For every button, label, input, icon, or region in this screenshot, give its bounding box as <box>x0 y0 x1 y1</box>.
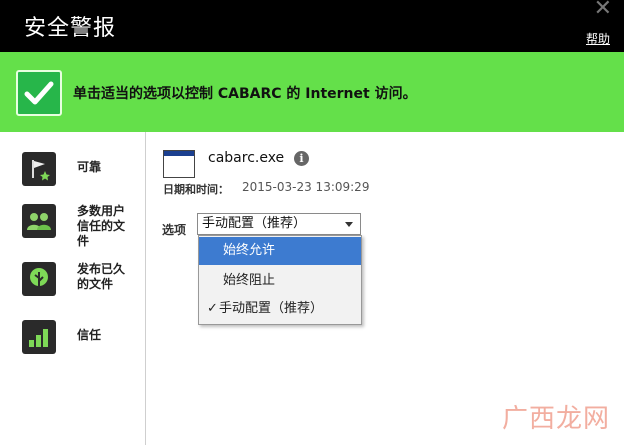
sidebar-item-label: 多数用户信任的文件 <box>77 204 126 248</box>
sidebar-item-label: 发布已久的文件 <box>77 262 126 291</box>
datetime-value: 2015-03-23 13:09:29 <box>242 180 370 194</box>
help-link[interactable]: 帮助 <box>586 30 610 47</box>
title-bar: 安全警报 ✕ 帮助 <box>0 0 624 52</box>
banner-message: 单击适当的选项以控制 CABARC 的 Internet 访问。 <box>73 86 417 102</box>
window-title: 安全警报 <box>24 16 117 41</box>
checkmark-icon <box>16 70 62 116</box>
select-value: 手动配置（推荐） <box>202 216 307 231</box>
file-name: cabarc.exe <box>208 150 285 166</box>
dropdown-item-label: 手动配置（推荐） <box>219 301 324 316</box>
users-icon <box>22 204 56 238</box>
info-icon[interactable]: i <box>294 151 309 166</box>
dropdown-item-label: 始终允许 <box>223 243 276 258</box>
application-icon <box>163 150 195 178</box>
flag-star-icon <box>22 152 56 186</box>
alert-banner: 单击适当的选项以控制 CABARC 的 Internet 访问。 <box>0 52 624 132</box>
dropdown-item-always-allow[interactable]: 始终允许 <box>199 237 361 265</box>
watermark: 广西龙网 <box>501 404 610 434</box>
dropdown-item-manual[interactable]: ✓ 手动配置（推荐） <box>199 295 361 323</box>
options-dropdown: 始终允许 始终阻止 ✓ 手动配置（推荐） <box>198 235 362 325</box>
checkmark-icon: ✓ <box>207 301 218 316</box>
options-label: 选项 <box>162 223 187 237</box>
dropdown-item-label: 始终阻止 <box>223 273 276 288</box>
options-select[interactable]: 手动配置（推荐） <box>197 213 361 235</box>
content-area: 可靠 多数用户信任的文件 发布已久的文件 信任 cabarc.exe i 日期和… <box>0 132 624 445</box>
sidebar-item-label: 可靠 <box>77 160 102 174</box>
close-icon[interactable]: ✕ <box>594 0 612 21</box>
reputation-sidebar: 可靠 多数用户信任的文件 发布已久的文件 信任 <box>0 132 146 445</box>
dropdown-item-always-block[interactable]: 始终阻止 <box>199 267 361 295</box>
sidebar-item-label: 信任 <box>77 328 102 342</box>
tree-icon <box>22 262 56 296</box>
signal-bars-icon <box>22 320 56 354</box>
chevron-down-icon <box>345 222 353 227</box>
datetime-label: 日期和时间： <box>163 183 229 196</box>
